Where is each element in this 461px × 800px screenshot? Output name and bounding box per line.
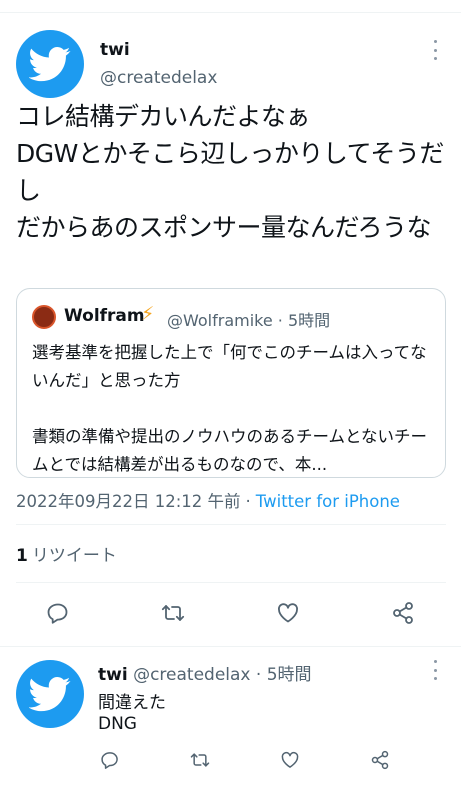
heart-icon bbox=[278, 603, 298, 623]
like-button[interactable] bbox=[272, 597, 304, 629]
quoted-tweet-text: 選考基準を把握した上で「何でこのチームは入ってないんだ」と思った方 書類の準備や… bbox=[32, 343, 428, 474]
more-icon[interactable] bbox=[430, 40, 440, 60]
lightning-emoji: ⚡ bbox=[141, 303, 155, 325]
like-button[interactable] bbox=[274, 744, 306, 776]
reply-icon bbox=[101, 752, 118, 769]
retweet-count: 1 bbox=[16, 546, 28, 566]
divider bbox=[16, 582, 446, 583]
quoted-author-name: Wolfram bbox=[64, 306, 145, 326]
reply-author-name[interactable]: twi bbox=[98, 665, 128, 685]
reply-author-avatar[interactable] bbox=[16, 660, 84, 728]
reply-header: twi @createdelax · 5時間 bbox=[98, 660, 312, 685]
retweet-button[interactable] bbox=[184, 744, 216, 776]
tweet-source[interactable]: Twitter for iPhone bbox=[256, 492, 400, 511]
share-button[interactable] bbox=[364, 744, 396, 776]
share-icon bbox=[393, 602, 413, 624]
quoted-tweet[interactable]: Wolfram ⚡ @Wolframike · 5時間 選考基準を把握した上で「… bbox=[16, 288, 446, 478]
reply-handle-time: @createdelax · 5時間 bbox=[133, 665, 312, 685]
twitter-bird-icon bbox=[29, 47, 71, 82]
reply-button[interactable] bbox=[94, 744, 126, 776]
twitter-bird-icon bbox=[29, 677, 71, 712]
retweet-icon bbox=[190, 753, 210, 767]
top-divider bbox=[0, 12, 461, 13]
heart-icon bbox=[281, 751, 299, 768]
author-name[interactable]: twi bbox=[100, 40, 130, 60]
reply-text-line: DNG bbox=[98, 714, 137, 734]
reply-text-line: 間違えた bbox=[98, 693, 166, 713]
retweet-button[interactable] bbox=[157, 597, 189, 629]
tweet-text: コレ結構デカいんだよなぁ DGWとかそこら辺しっかりしてそうだし だからあのスポ… bbox=[16, 102, 444, 242]
retweet-icon bbox=[161, 605, 185, 621]
share-icon bbox=[371, 750, 389, 770]
retweet-label: リツイート bbox=[31, 546, 117, 566]
tweet-timestamp-row: 2022年09月22日 12:12 午前 · Twitter for iPhone bbox=[16, 488, 400, 512]
more-icon[interactable] bbox=[430, 660, 440, 680]
quoted-handle-time: @Wolframike · 5時間 bbox=[167, 311, 331, 330]
author-handle[interactable]: @createdelax bbox=[100, 68, 217, 88]
divider bbox=[0, 646, 461, 647]
reply-button[interactable] bbox=[42, 597, 74, 629]
share-button[interactable] bbox=[387, 597, 419, 629]
retweet-stats[interactable]: 1 リツイート bbox=[16, 541, 117, 566]
author-avatar[interactable] bbox=[16, 30, 84, 98]
divider bbox=[16, 524, 446, 525]
quoted-author-avatar bbox=[32, 305, 56, 329]
reply-icon bbox=[47, 603, 68, 624]
tweet-timestamp[interactable]: 2022年09月22日 12:12 午前 bbox=[16, 492, 241, 511]
separator-dot: · bbox=[245, 492, 251, 511]
